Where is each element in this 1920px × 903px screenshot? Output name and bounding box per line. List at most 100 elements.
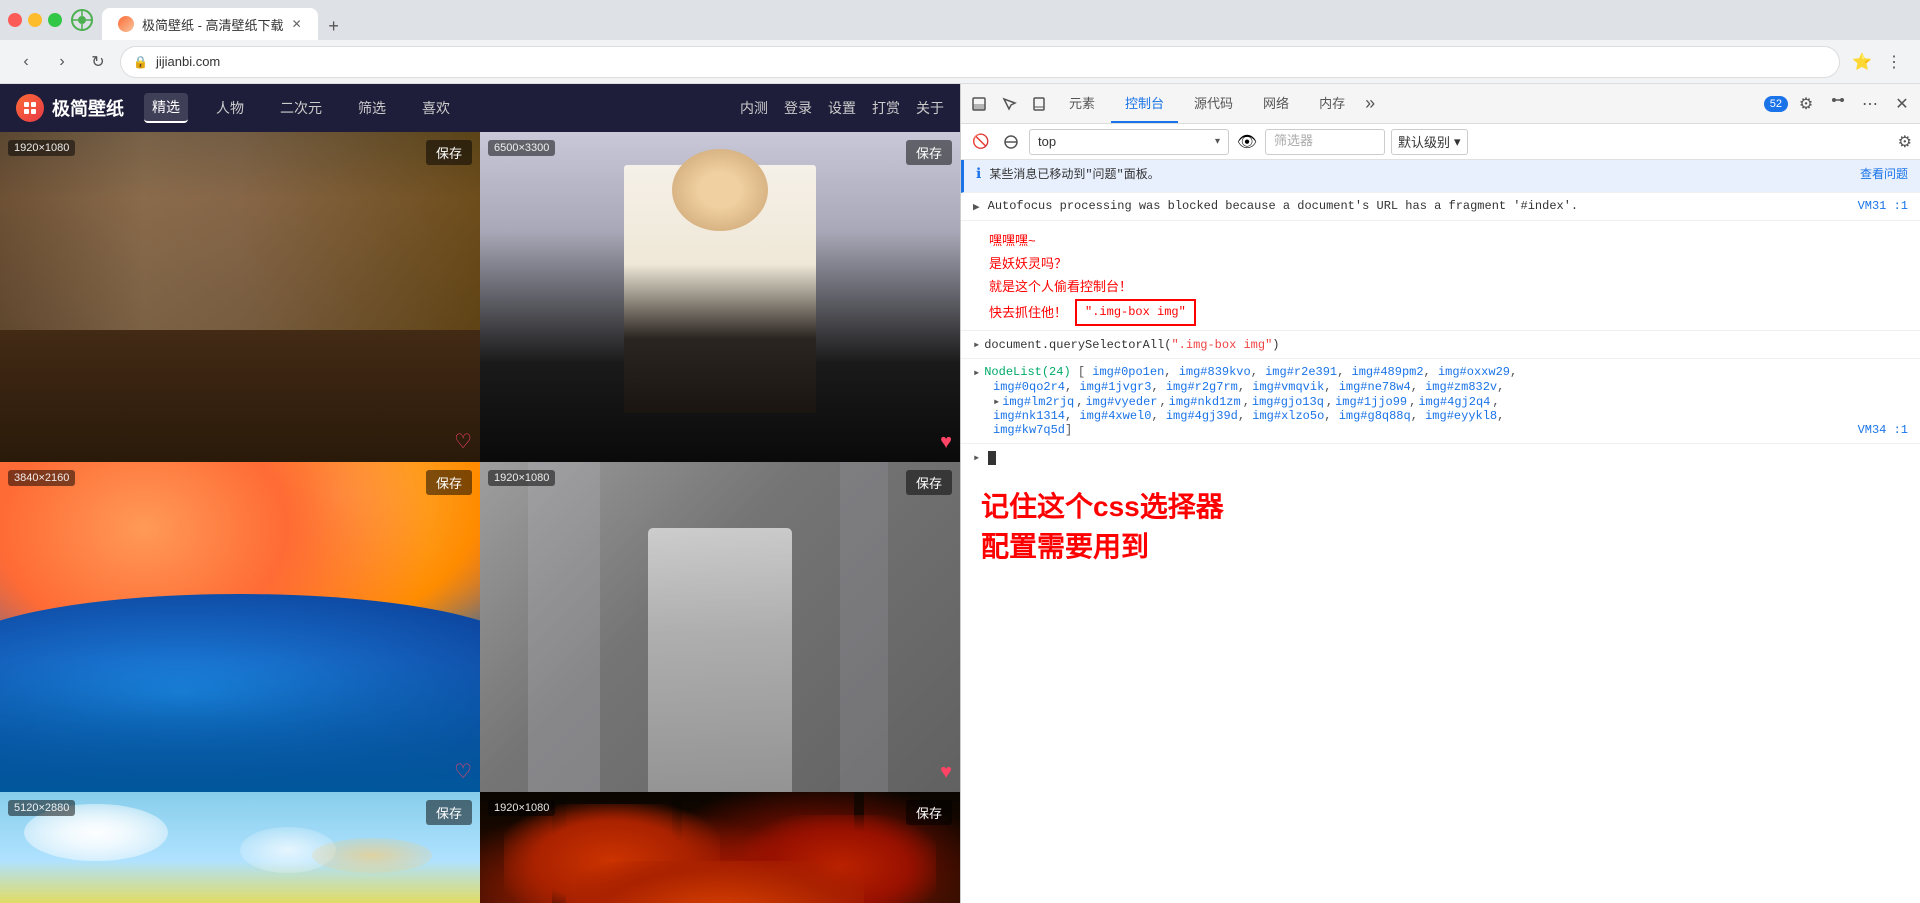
gallery-item-5[interactable]: 5120×2880 保存 [0,792,480,903]
nodelist-bracket-open: [ [1078,365,1085,379]
console-gear-button[interactable]: ⚙ [1898,132,1912,152]
image-2-resolution: 6500×3300 [488,140,555,156]
browser-toolbar: ‹ › ↻ 🔒 jijianbi.com ⭐ ⋮ [0,40,1920,84]
gallery-item-1[interactable]: 1920×1080 保存 ♡ [0,132,480,462]
new-tab-button[interactable]: + [320,12,348,40]
browser-chrome: 极简壁纸 - 高清壁纸下载 ✕ + [0,0,1920,40]
maximize-button[interactable] [48,13,62,27]
nav-item-filter[interactable]: 筛选 [350,94,394,122]
nodelist-item-2[interactable]: img#839kvo [1179,365,1251,379]
nav-right-settings[interactable]: 设置 [828,98,856,118]
image-3-resolution: 3840×2160 [8,470,75,486]
devtools-tab-sources[interactable]: 源代码 [1180,84,1247,123]
console-block-button[interactable] [999,130,1023,154]
nav-item-people[interactable]: 人物 [208,94,252,122]
devtools-toolbar: 元素 控制台 源代码 网络 内存 » 52 ⚙ ⋯ ✕ [961,84,1920,124]
nav-item-favorites[interactable]: 喜欢 [414,94,458,122]
browser-tab-active[interactable]: 极简壁纸 - 高清壁纸下载 ✕ [102,8,318,40]
lock-icon: 🔒 [133,55,148,69]
image-6-resolution: 1920×1080 [488,800,555,816]
nodelist-item-5[interactable]: img#oxxw29 [1438,365,1510,379]
menu-button[interactable]: ⋮ [1880,48,1908,76]
image-3-heart-button[interactable]: ♡ [454,759,472,784]
query-suffix: ) [1272,338,1279,352]
red-line-1: 嘿嘿嘿~ [989,229,1908,252]
gallery-item-3[interactable]: 3840×2160 保存 ♡ [0,462,480,792]
image-2-heart-button[interactable]: ♥ [940,431,952,454]
nodelist-row3-arrow[interactable]: ▸ [993,394,1000,409]
image-4-heart-button[interactable]: ♥ [940,761,952,784]
image-1-resolution: 1920×1080 [8,140,75,156]
image-1-heart-button[interactable]: ♡ [454,429,472,454]
image-6-save-button[interactable]: 保存 [906,800,952,825]
image-3-save-button[interactable]: 保存 [426,470,472,495]
devtools-customize-button[interactable] [1824,90,1852,118]
nav-item-anime[interactable]: 二次元 [272,94,330,122]
refresh-button[interactable]: ↻ [84,48,112,76]
nav-right-beta[interactable]: 内测 [740,98,768,118]
close-button[interactable] [8,13,22,27]
console-filter-input[interactable]: top ▾ [1029,129,1229,155]
vm34-link[interactable]: VM34 :1 [1858,423,1908,437]
console-cursor [988,451,996,465]
devtools-settings-button[interactable]: ⚙ [1792,90,1820,118]
nav-item-selected[interactable]: 精选 [144,93,188,123]
image-1-bg [0,132,480,462]
annotation-code-box: ".img-box img" [1075,299,1196,327]
gallery-nav-right: 内测 登录 设置 打赏 关于 [740,98,944,118]
devtools-console[interactable]: ℹ 某些消息已移动到"问题"面板。 查看问题 ▶ Autofocus proce… [961,160,1920,903]
devtools-inspect-button[interactable] [995,90,1023,118]
query-arrow: ▸ [973,337,980,352]
minimize-button[interactable] [28,13,42,27]
gallery-item-4[interactable]: 1920×1080 保存 ♥ [480,462,960,792]
annotation-text: 记住这个css选择器 配置需要用到 [981,487,1900,565]
nodelist-item-4[interactable]: img#489pm2 [1352,365,1424,379]
console-eye-button[interactable]: 👁 [1235,130,1259,154]
gallery-logo: 极简壁纸 [16,94,124,122]
console-prompt-symbol: ▸ [973,450,980,465]
devtools-tab-console[interactable]: 控制台 [1111,84,1178,123]
nav-right-about[interactable]: 关于 [916,98,944,118]
extensions-button[interactable]: ⭐ [1848,48,1876,76]
devtools-more-tabs[interactable]: » [1365,93,1375,114]
view-issues-link[interactable]: 查看问题 [1860,167,1908,184]
console-message-nodelist: ▸ NodeList(24) [ img#0po1en, img#839kvo,… [961,359,1920,444]
vm31-link[interactable]: VM31 :1 [1858,199,1908,213]
devtools-error-badge: 52 [1764,96,1788,112]
console-message-info: ℹ 某些消息已移动到"问题"面板。 查看问题 [961,160,1920,193]
gallery-item-2[interactable]: 6500×3300 保存 ♥ [480,132,960,462]
image-2-save-button[interactable]: 保存 [906,140,952,165]
devtools-more-options-button[interactable]: ⋯ [1856,90,1884,118]
image-1-save-button[interactable]: 保存 [426,140,472,165]
image-3-bg [0,462,480,792]
gallery-item-6[interactable]: 1920×1080 保存 [480,792,960,903]
autofocus-message-text: Autofocus processing was blocked because… [988,199,1850,213]
image-4-save-button[interactable]: 保存 [906,470,952,495]
devtools-device-button[interactable] [1025,90,1053,118]
devtools-dock-button[interactable] [965,90,993,118]
red-line-4-text: 快去抓住他！ [989,301,1067,324]
forward-button[interactable]: › [48,48,76,76]
nav-right-donate[interactable]: 打赏 [872,98,900,118]
console-clear-button[interactable]: 🚫 [969,130,993,154]
query-selector: ".img-box img" [1171,338,1272,352]
console-selector-input[interactable]: 筛选器 [1265,129,1385,155]
devtools-close-button[interactable]: ✕ [1888,90,1916,118]
back-button[interactable]: ‹ [12,48,40,76]
nodelist-item-3[interactable]: img#r2e391 [1265,365,1337,379]
console-message-red-block: 嘿嘿嘿~ 是妖妖灵吗？ 就是这个人偷看控制台！ 快去抓住他！ ".img-box… [961,221,1920,332]
devtools-tab-network[interactable]: 网络 [1249,84,1303,123]
console-level-select[interactable]: 默认级别 ▾ [1391,129,1468,155]
browser-tabs: 极简壁纸 - 高清壁纸下载 ✕ + [102,0,348,40]
address-bar[interactable]: 🔒 jijianbi.com [120,46,1840,78]
devtools-tab-memory[interactable]: 内存 [1305,84,1359,123]
browser-traffic-lights [8,13,62,27]
nav-right-login[interactable]: 登录 [784,98,812,118]
devtools-tab-elements[interactable]: 元素 [1055,84,1109,123]
image-5-save-button[interactable]: 保存 [426,800,472,825]
tab-close-button[interactable]: ✕ [292,17,302,31]
console-prompt-line[interactable]: ▸ [961,444,1920,471]
nodelist-expand-arrow[interactable]: ▸ [973,365,980,380]
nodelist-item-1[interactable]: img#0po1en [1092,365,1164,379]
info-message-text: 某些消息已移动到"问题"面板。 [989,167,1852,184]
